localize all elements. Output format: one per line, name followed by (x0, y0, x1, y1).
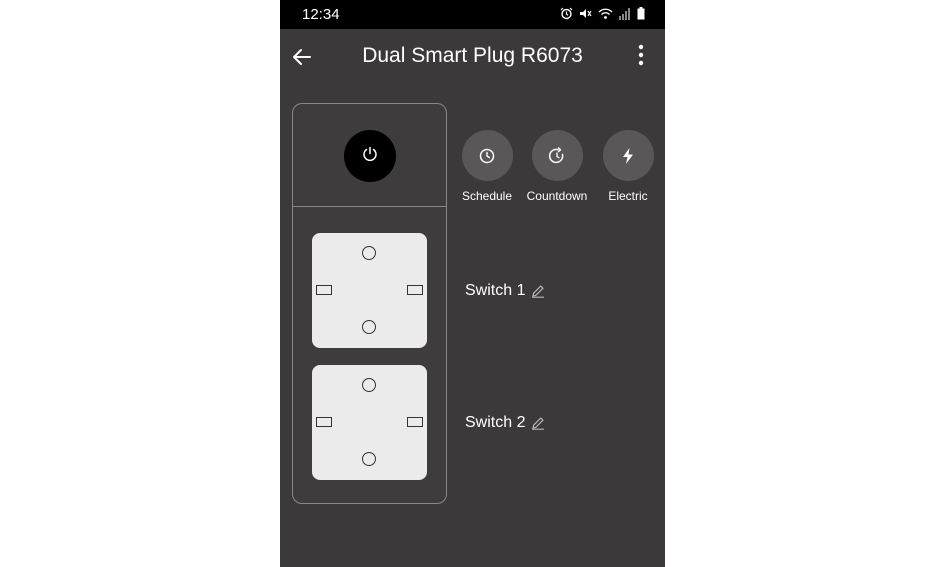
socket-slot (316, 285, 332, 295)
status-time: 12:34 (302, 6, 340, 23)
socket-hole (362, 378, 376, 392)
power-icon (361, 145, 379, 168)
schedule-label: Schedule (461, 189, 513, 203)
socket-slot (316, 417, 332, 427)
switch-2-row[interactable]: Switch 2 (465, 414, 545, 432)
socket-hole (362, 320, 376, 334)
lightning-icon (602, 130, 654, 181)
socket-hole (362, 246, 376, 260)
countdown-icon (531, 130, 583, 181)
status-icons (560, 7, 645, 25)
switch-1-label: Switch 1 (465, 282, 526, 299)
socket-slot (407, 285, 423, 295)
status-bar: 12:34 (280, 0, 665, 29)
switch-1-row[interactable]: Switch 1 (465, 282, 545, 300)
app-bar: Dual Smart Plug R6073 (280, 29, 665, 83)
pencil-icon[interactable] (531, 416, 545, 430)
wifi-icon (598, 7, 613, 25)
socket-1[interactable] (312, 233, 427, 348)
electric-label: Electric (608, 189, 648, 203)
socket-hole (362, 452, 376, 466)
pencil-icon[interactable] (531, 284, 545, 298)
countdown-label: Countdown (526, 189, 588, 203)
switch-2-label: Switch 2 (465, 414, 526, 431)
page-title: Dual Smart Plug R6073 (362, 44, 583, 67)
clock-icon (461, 130, 513, 181)
master-power-button[interactable] (344, 130, 396, 182)
socket-slot (407, 417, 423, 427)
master-power-area (293, 104, 446, 207)
app-screen: 12:34 Dual Smart Plug R6073 Schedule Cou… (280, 0, 665, 567)
mute-icon (579, 7, 592, 25)
signal-icon (619, 7, 631, 25)
alarm-icon (560, 7, 573, 25)
more-vertical-icon[interactable] (631, 43, 651, 69)
device-panel (292, 103, 447, 504)
countdown-button[interactable]: Countdown (522, 130, 592, 203)
socket-2[interactable] (312, 365, 427, 480)
electric-button[interactable]: Electric (593, 130, 663, 203)
battery-icon (637, 7, 645, 25)
schedule-button[interactable]: Schedule (452, 130, 522, 203)
